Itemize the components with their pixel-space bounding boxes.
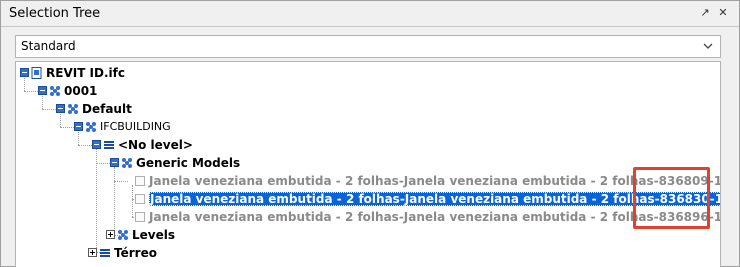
tree-node-label: <No level> xyxy=(118,137,193,152)
dropdown-value: Standard xyxy=(21,39,76,53)
panel-title: Selection Tree xyxy=(9,6,101,21)
pin-icon[interactable]: ↗ xyxy=(699,7,711,19)
tree-node-levels[interactable]: Levels xyxy=(106,226,175,243)
collapse-toggle[interactable] xyxy=(20,68,29,77)
collapse-toggle[interactable] xyxy=(110,158,119,167)
tree-node-label: 0001 xyxy=(64,83,98,98)
tree-node-label: IFCBUILDING xyxy=(100,120,171,133)
tree-node-project[interactable]: 0001 xyxy=(38,82,97,99)
expand-toggle[interactable] xyxy=(88,248,97,257)
collapse-toggle[interactable] xyxy=(92,140,101,149)
ifc-file-icon xyxy=(31,66,42,79)
group-icon xyxy=(68,103,78,114)
tree-node-terreo[interactable]: Térreo xyxy=(88,244,157,261)
layer-icon xyxy=(100,248,110,257)
group-icon xyxy=(86,121,96,132)
tree-node-label: REVIT ID.ifc xyxy=(46,65,125,80)
selection-tree[interactable]: REVIT ID.ifc 0001 Default IFCBUILDING <N… xyxy=(15,61,721,267)
tree-node-file[interactable]: REVIT ID.ifc xyxy=(20,64,125,81)
layer-icon xyxy=(104,140,114,149)
tree-node-label: Default xyxy=(82,101,132,116)
collapse-toggle[interactable] xyxy=(56,104,65,113)
tree-node-label: Levels xyxy=(132,227,176,242)
element-icon xyxy=(135,193,145,204)
close-icon[interactable]: ✕ xyxy=(717,7,729,19)
group-icon xyxy=(50,85,60,96)
element-icon xyxy=(135,175,145,186)
chevron-down-icon[interactable] xyxy=(700,38,716,54)
tree-mode-dropdown[interactable]: Standard xyxy=(15,35,721,58)
titlebar-controls: ↗ ✕ xyxy=(699,7,729,19)
tree-node-building[interactable]: IFCBUILDING xyxy=(74,118,171,135)
tree-node-label: Térreo xyxy=(114,245,157,260)
group-icon xyxy=(118,229,128,240)
tree-node-label: Generic Models xyxy=(136,155,241,170)
selection-tree-panel: Selection Tree ↗ ✕ Standard REVIT ID.ifc… xyxy=(0,0,740,267)
tree-node-default[interactable]: Default xyxy=(56,100,132,117)
annotation-highlight-box xyxy=(633,167,710,229)
collapse-toggle[interactable] xyxy=(74,122,83,131)
panel-titlebar: Selection Tree ↗ ✕ xyxy=(1,1,739,27)
collapse-toggle[interactable] xyxy=(38,86,47,95)
tree-node-no-level[interactable]: <No level> xyxy=(92,136,193,153)
element-icon xyxy=(135,211,145,222)
expand-toggle[interactable] xyxy=(106,230,115,239)
group-icon xyxy=(122,157,132,168)
tree-node-generic-models[interactable]: Generic Models xyxy=(110,154,240,171)
